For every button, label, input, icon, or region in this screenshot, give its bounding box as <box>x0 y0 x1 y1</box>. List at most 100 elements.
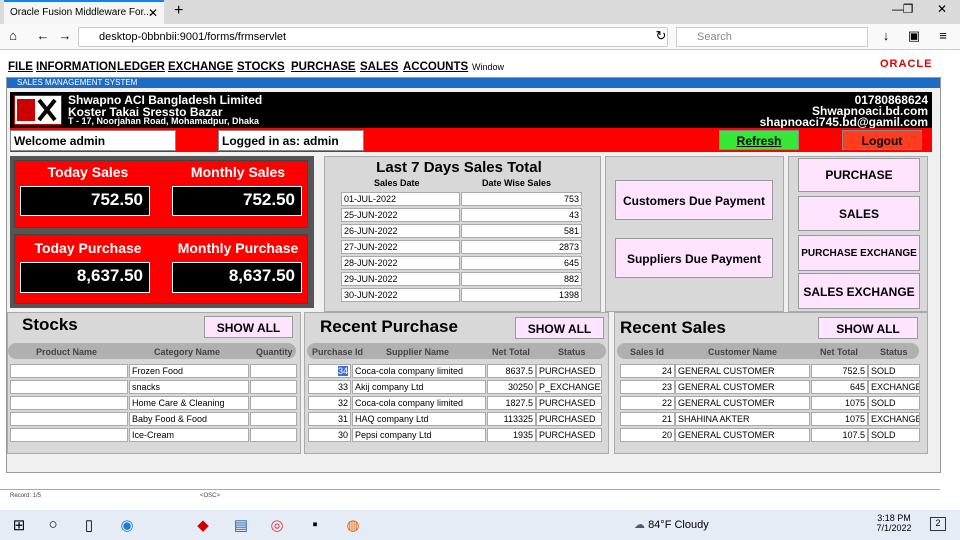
sales-total-cell[interactable]: 1075 <box>811 412 868 426</box>
stocks-product-cell[interactable] <box>10 364 128 378</box>
sales-show-all-button[interactable]: SHOW ALL <box>818 317 918 339</box>
search-icon[interactable]: ○ <box>42 516 64 534</box>
purchase-show-all-button[interactable]: SHOW ALL <box>515 317 604 339</box>
download-icon[interactable]: ↓ <box>877 28 895 43</box>
purchase-supplier-cell[interactable]: Coca-cola company limited <box>352 396 486 410</box>
sales-total-cell[interactable]: 752.5 <box>811 364 868 378</box>
terminal-icon[interactable]: ▪ <box>304 516 326 534</box>
purchase-id-cell[interactable]: 32 <box>308 396 351 410</box>
refresh-button[interactable]: Refresh <box>719 130 799 150</box>
sales-customer-cell[interactable]: GENERAL CUSTOMER <box>675 364 810 378</box>
sales-customer-cell[interactable]: GENERAL CUSTOMER <box>675 428 810 442</box>
close-window-icon[interactable]: ✕ <box>930 2 954 16</box>
sales-total-cell[interactable]: 645 <box>811 380 868 394</box>
sales-customer-cell[interactable]: SHAHINA AKTER <box>675 412 810 426</box>
purchase-id-cell[interactable]: 30 <box>308 428 351 442</box>
stocks-quantity-cell[interactable] <box>250 428 297 442</box>
purchase-id-cell[interactable]: 31 <box>308 412 351 426</box>
sales-id-cell[interactable]: 24 <box>620 364 675 378</box>
menu-file[interactable]: FILE <box>8 61 33 73</box>
browser-search[interactable]: Search <box>676 27 868 47</box>
sidebar-icon[interactable]: ▣ <box>905 28 923 44</box>
sales-customer-cell[interactable]: GENERAL CUSTOMER <box>675 380 810 394</box>
menu-information[interactable]: INFORMATION <box>36 61 116 73</box>
sales-id-cell[interactable]: 20 <box>620 428 675 442</box>
purchase-total-cell[interactable]: 30250 <box>487 380 536 394</box>
suppliers-due-button[interactable]: Suppliers Due Payment <box>615 238 773 278</box>
purchase-supplier-cell[interactable]: HAQ company Ltd <box>352 412 486 426</box>
purchase-id-cell[interactable]: 33 <box>308 380 351 394</box>
stocks-category-cell[interactable]: Frozen Food <box>129 364 249 378</box>
menu-stocks[interactable]: STOCKS <box>237 61 285 73</box>
purchase-id-cell[interactable]: 34 <box>308 364 351 378</box>
notification-badge[interactable]: 2 <box>930 517 946 531</box>
menu-icon[interactable]: ≡ <box>934 28 952 43</box>
new-tab-icon[interactable]: + <box>174 2 183 20</box>
stocks-product-cell[interactable] <box>10 428 128 442</box>
browser-tab[interactable]: Oracle Fusion Middleware For... ✕ <box>4 0 164 24</box>
purchase-supplier-cell[interactable]: Coca-cola company limited <box>352 364 486 378</box>
stocks-quantity-cell[interactable] <box>250 412 297 426</box>
stocks-quantity-cell[interactable] <box>250 364 297 378</box>
sales-customer-cell[interactable]: GENERAL CUSTOMER <box>675 396 810 410</box>
sales-status-cell[interactable]: SOLD <box>868 364 920 378</box>
sales-id-cell[interactable]: 21 <box>620 412 675 426</box>
stocks-product-cell[interactable] <box>10 380 128 394</box>
weather-widget[interactable]: ☁ 84°F Cloudy <box>634 518 709 531</box>
stocks-product-cell[interactable] <box>10 396 128 410</box>
sales-total-cell[interactable]: 107.5 <box>811 428 868 442</box>
reload-icon[interactable]: ↻ <box>652 28 670 44</box>
purchase-supplier-cell[interactable]: Akij company Ltd <box>352 380 486 394</box>
restore-icon[interactable]: ❐ <box>896 2 920 16</box>
stocks-quantity-cell[interactable] <box>250 396 297 410</box>
menu-exchange[interactable]: EXCHANGE <box>168 61 233 73</box>
sales-id-cell[interactable]: 23 <box>620 380 675 394</box>
sales-status-cell[interactable]: SOLD <box>868 428 920 442</box>
sales-id-cell[interactable]: 22 <box>620 396 675 410</box>
purchase-button[interactable]: PURCHASE <box>798 158 920 192</box>
purchase-status-cell[interactable]: P_EXCHANGE <box>536 380 602 394</box>
menu-sales[interactable]: SALES <box>360 61 398 73</box>
purchase-supplier-cell[interactable]: Pepsi company Ltd <box>352 428 486 442</box>
stocks-category-cell[interactable]: Home Care & Cleaning <box>129 396 249 410</box>
purchase-exchange-button[interactable]: PURCHASE EXCHANGE <box>798 235 920 271</box>
customers-due-button[interactable]: Customers Due Payment <box>615 180 773 220</box>
menu-accounts[interactable]: ACCOUNTS <box>403 61 468 73</box>
url-bar[interactable]: desktop-0bbnbii:9001/forms/frmservlet <box>78 27 668 47</box>
forward-icon[interactable]: → <box>56 28 74 43</box>
purchase-total-cell[interactable]: 1827.5 <box>487 396 536 410</box>
oracle-forms-icon[interactable]: ◆ <box>192 516 214 534</box>
sales-exchange-button[interactable]: SALES EXCHANGE <box>798 273 920 309</box>
task-view-icon[interactable]: ▯ <box>78 516 100 534</box>
purchase-total-cell[interactable]: 8637.5 <box>487 364 536 378</box>
clock[interactable]: 3:18 PM 7/1/2022 <box>874 513 914 533</box>
stocks-quantity-cell[interactable] <box>250 380 297 394</box>
sales-total-cell[interactable]: 1075 <box>811 396 868 410</box>
back-icon[interactable]: ← <box>34 28 52 43</box>
purchase-total-cell[interactable]: 1935 <box>487 428 536 442</box>
sales-status-cell[interactable]: EXCHANGE <box>868 412 920 426</box>
stocks-show-all-button[interactable]: SHOW ALL <box>204 316 293 338</box>
explorer-icon[interactable]: ▤ <box>230 516 252 534</box>
stocks-category-cell[interactable]: Baby Food & Food <box>129 412 249 426</box>
purchase-status-cell[interactable]: PURCHASED <box>536 364 602 378</box>
sales-status-cell[interactable]: SOLD <box>868 396 920 410</box>
stocks-product-cell[interactable] <box>10 412 128 426</box>
menu-ledger[interactable]: LEDGER <box>117 61 165 73</box>
purchase-status-cell[interactable]: PURCHASED <box>536 412 602 426</box>
purchase-status-cell[interactable]: PURCHASED <box>536 396 602 410</box>
windows-start-icon[interactable]: ⊞ <box>8 516 30 534</box>
home-icon[interactable]: ⌂ <box>4 28 22 43</box>
chrome-icon[interactable]: ◎ <box>266 516 288 534</box>
logout-button[interactable]: Logout <box>842 130 922 150</box>
firefox-icon[interactable]: ◍ <box>342 516 364 534</box>
menu-window[interactable]: Window <box>472 62 504 72</box>
sales-button[interactable]: SALES <box>798 196 920 231</box>
purchase-status-cell[interactable]: PURCHASED <box>536 428 602 442</box>
sales-status-cell[interactable]: EXCHANGE <box>868 380 920 394</box>
stocks-category-cell[interactable]: Ice-Cream <box>129 428 249 442</box>
purchase-total-cell[interactable]: 113325 <box>487 412 536 426</box>
stocks-category-cell[interactable]: snacks <box>129 380 249 394</box>
edge-icon[interactable]: ◉ <box>116 516 138 534</box>
menu-purchase[interactable]: PURCHASE <box>291 61 356 73</box>
